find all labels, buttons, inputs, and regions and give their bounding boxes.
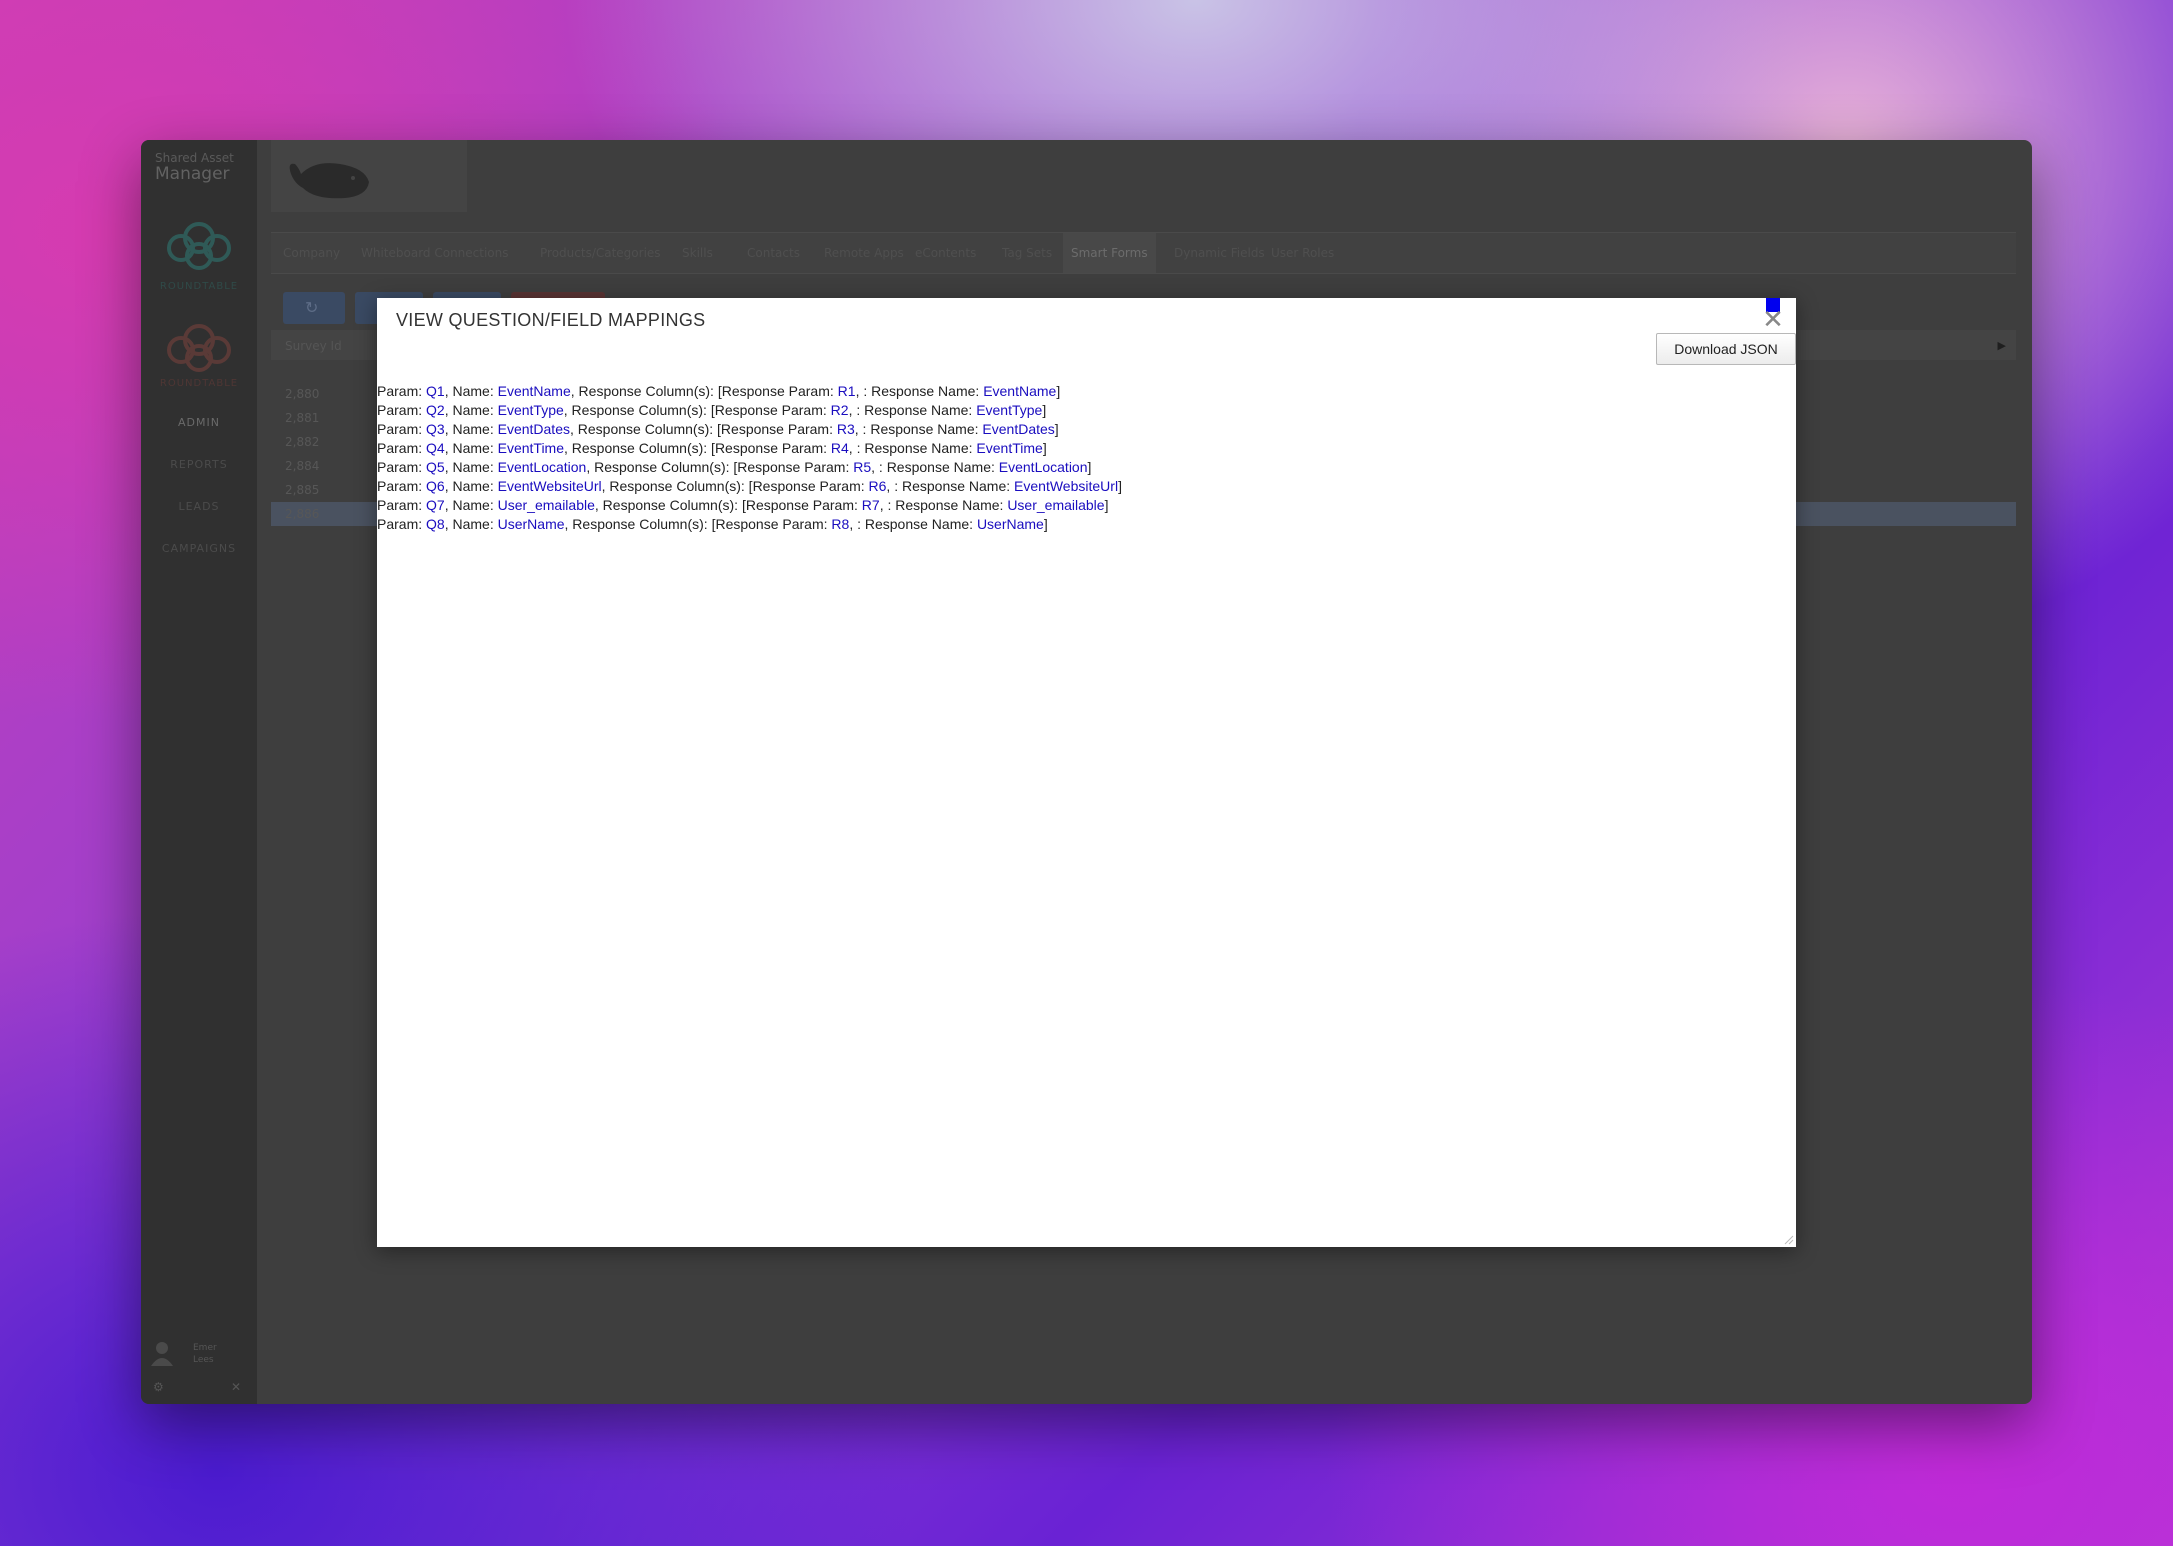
name-link[interactable]: EventDates: [498, 421, 570, 437]
download-json-button[interactable]: Download JSON: [1656, 333, 1796, 365]
response-name-link[interactable]: UserName: [977, 516, 1044, 532]
mapping-text: , Name:: [444, 440, 498, 456]
mapping-text: Param:: [377, 402, 427, 418]
mapping-text: ]: [1054, 421, 1059, 437]
mapping-text: ]: [1087, 459, 1092, 475]
response-param-link[interactable]: R6: [869, 478, 887, 494]
mapping-text: , : Response Name:: [855, 383, 984, 399]
mapping-text: , : Response Name:: [849, 516, 977, 532]
mapping-text: , Response Column(s): [Response Param:: [564, 440, 831, 456]
mapping-line: Param: Q8, Name: UserName, Response Colu…: [377, 515, 1796, 534]
response-name-link[interactable]: EventDates: [982, 421, 1054, 437]
mapping-text: , : Response Name:: [886, 478, 1015, 494]
response-param-link[interactable]: R4: [831, 440, 849, 456]
mapping-text: , Response Column(s): [Response Param:: [564, 516, 832, 532]
mappings-dialog: VIEW QUESTION/FIELD MAPPINGS ✕ Download …: [377, 298, 1796, 1247]
name-link[interactable]: EventWebsiteUrl: [498, 478, 602, 494]
mapping-line: Param: Q4, Name: EventTime, Response Col…: [377, 439, 1796, 458]
mapping-text: ]: [1043, 516, 1048, 532]
mapping-line: Param: Q3, Name: EventDates, Response Co…: [377, 420, 1796, 439]
response-name-link[interactable]: EventName: [983, 383, 1056, 399]
mapping-text: , Response Column(s): [Response Param:: [563, 402, 831, 418]
mappings-list: Param: Q1, Name: EventName, Response Col…: [377, 382, 1796, 534]
mapping-text: , Response Column(s): [Response Param:: [601, 478, 869, 494]
mapping-text: ]: [1042, 402, 1047, 418]
name-link[interactable]: EventName: [498, 383, 571, 399]
param-link[interactable]: Q4: [426, 440, 445, 456]
param-link[interactable]: Q8: [426, 516, 445, 532]
response-name-link[interactable]: EventLocation: [999, 459, 1088, 475]
mapping-text: , : Response Name:: [854, 421, 983, 437]
mapping-line: Param: Q6, Name: EventWebsiteUrl, Respon…: [377, 477, 1796, 496]
mapping-text: Param:: [377, 383, 427, 399]
param-link[interactable]: Q7: [426, 497, 445, 513]
mapping-text: , : Response Name:: [879, 497, 1008, 513]
mapping-line: Param: Q2, Name: EventType, Response Col…: [377, 401, 1796, 420]
name-link[interactable]: EventTime: [498, 440, 564, 456]
response-name-link[interactable]: EventWebsiteUrl: [1014, 478, 1118, 494]
response-param-link[interactable]: R3: [837, 421, 855, 437]
mapping-text: Param:: [377, 440, 427, 456]
mapping-text: , Response Column(s): [Response Param:: [570, 383, 838, 399]
mapping-text: ]: [1042, 440, 1047, 456]
mapping-text: ]: [1104, 497, 1109, 513]
mapping-text: ]: [1118, 478, 1122, 494]
mapping-text: , Name:: [444, 402, 498, 418]
param-link[interactable]: Q2: [426, 402, 445, 418]
param-link[interactable]: Q5: [426, 459, 445, 475]
mapping-text: Param:: [377, 497, 427, 513]
mapping-text: , : Response Name:: [871, 459, 999, 475]
mapping-text: , Response Column(s): [Response Param:: [594, 497, 862, 513]
response-param-link[interactable]: R5: [853, 459, 871, 475]
response-name-link[interactable]: EventTime: [976, 440, 1042, 456]
mapping-line: Param: Q1, Name: EventName, Response Col…: [377, 382, 1796, 401]
mapping-text: , Name:: [444, 459, 498, 475]
mapping-text: Param:: [377, 421, 427, 437]
response-param-link[interactable]: R7: [862, 497, 880, 513]
mapping-text: Param:: [377, 478, 427, 494]
mapping-text: Param:: [377, 516, 427, 532]
param-link[interactable]: Q3: [426, 421, 445, 437]
name-link[interactable]: EventType: [498, 402, 564, 418]
name-link[interactable]: User_emailable: [498, 497, 595, 513]
resize-grip-icon[interactable]: [1784, 1235, 1794, 1245]
dialog-title: VIEW QUESTION/FIELD MAPPINGS: [396, 310, 706, 330]
mapping-text: , Name:: [444, 383, 498, 399]
mapping-text: , : Response Name:: [848, 440, 977, 456]
mapping-text: , Response Column(s): [Response Param:: [586, 459, 854, 475]
mapping-line: Param: Q7, Name: User_emailable, Respons…: [377, 496, 1796, 515]
mapping-line: Param: Q5, Name: EventLocation, Response…: [377, 458, 1796, 477]
mapping-text: , Name:: [444, 421, 498, 437]
response-name-link[interactable]: User_emailable: [1007, 497, 1104, 513]
mapping-text: , Name:: [444, 478, 498, 494]
mapping-text: , Name:: [444, 497, 498, 513]
mapping-text: ]: [1056, 383, 1061, 399]
name-link[interactable]: UserName: [498, 516, 565, 532]
param-link[interactable]: Q6: [426, 478, 445, 494]
response-param-link[interactable]: R1: [838, 383, 856, 399]
response-param-link[interactable]: R8: [831, 516, 849, 532]
mapping-text: Param:: [377, 459, 427, 475]
close-button[interactable]: ✕: [1761, 307, 1785, 333]
name-link[interactable]: EventLocation: [498, 459, 587, 475]
response-name-link[interactable]: EventType: [976, 402, 1042, 418]
mapping-text: , Name:: [444, 516, 498, 532]
param-link[interactable]: Q1: [426, 383, 445, 399]
mapping-text: , Response Column(s): [Response Param:: [569, 421, 837, 437]
response-param-link[interactable]: R2: [831, 402, 849, 418]
mapping-text: , : Response Name:: [848, 402, 977, 418]
